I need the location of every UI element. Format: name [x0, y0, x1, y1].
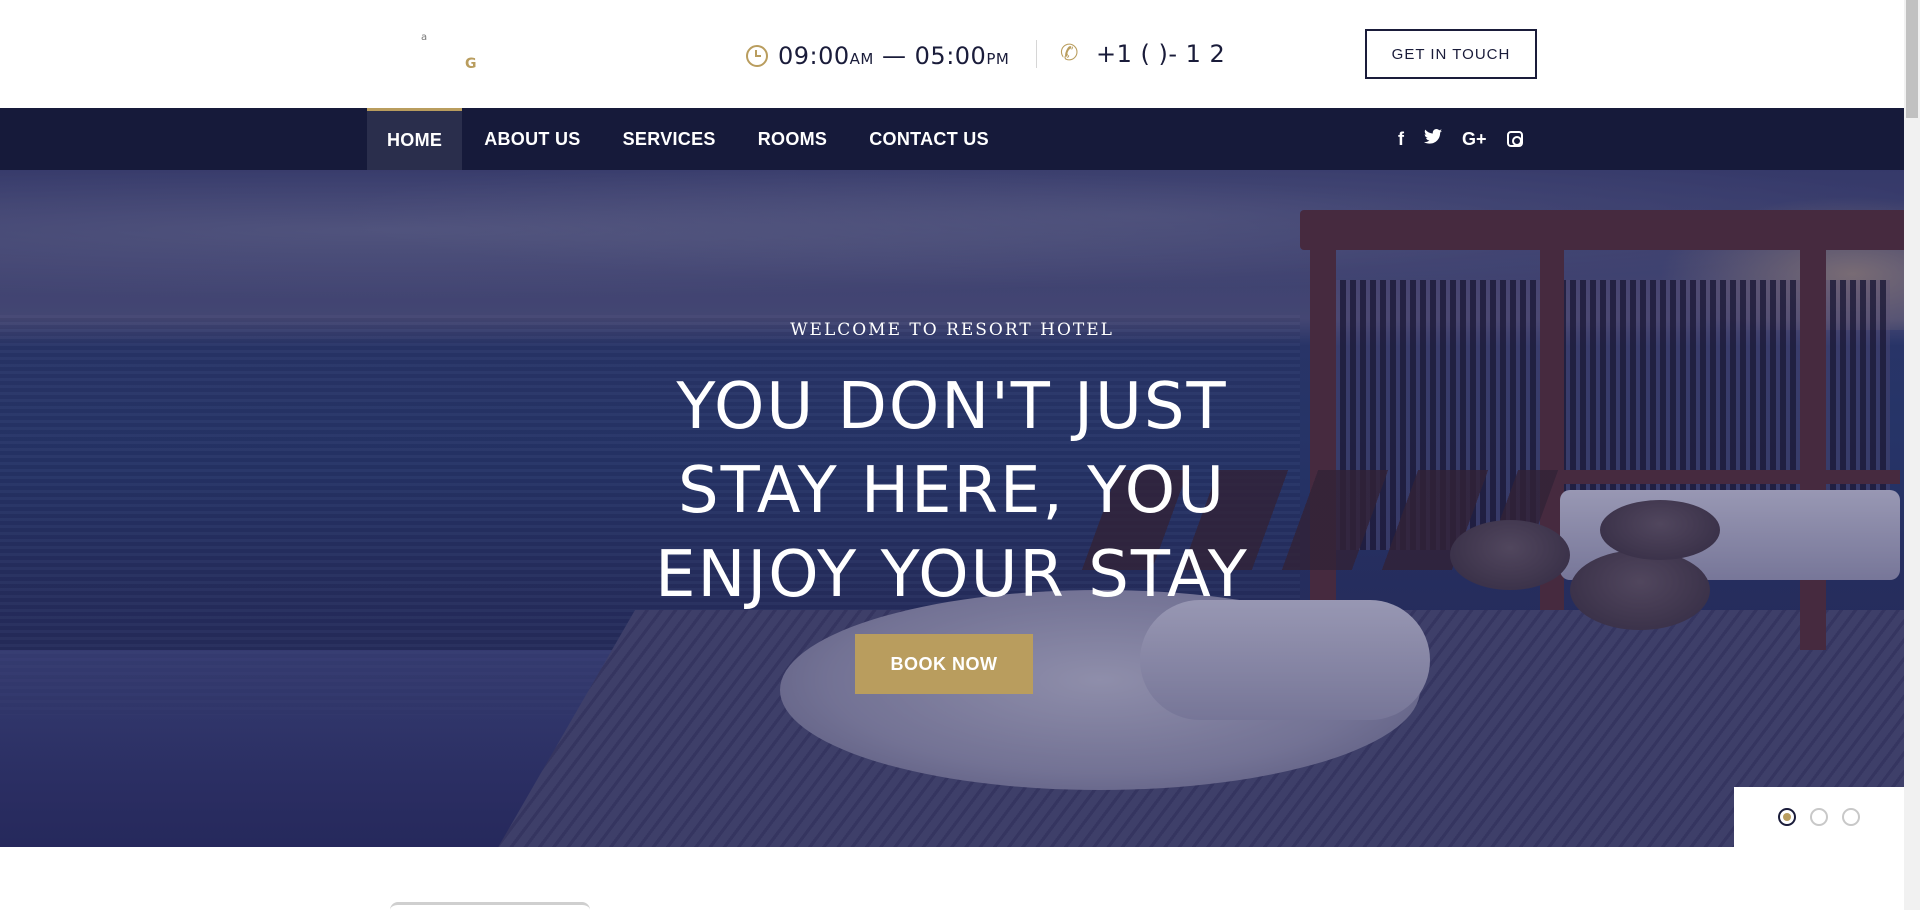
hero-headline-line: ENJOY YOUR STAY: [655, 538, 1249, 612]
open-suffix: AM: [849, 50, 874, 68]
phone-contact[interactable]: ✆ +1 ( )- 1 2: [1060, 40, 1225, 68]
twitter-icon[interactable]: [1424, 129, 1442, 149]
site-logo[interactable]: a G: [367, 24, 567, 84]
logo-mark-top: a: [421, 32, 428, 43]
below-fold-section: [0, 847, 1904, 910]
slider-dot-3[interactable]: [1842, 808, 1860, 826]
page-scrollbar[interactable]: [1904, 0, 1920, 910]
hero-headline-line: YOU DON'T JUST: [676, 370, 1228, 444]
nav-item-about-us[interactable]: ABOUT US: [464, 108, 600, 170]
clock-icon: [746, 45, 768, 67]
logo-mark-bottom: G: [465, 56, 477, 72]
book-now-button[interactable]: BOOK NOW: [855, 634, 1033, 694]
hero-headline-line: STAY HERE, YOU: [678, 454, 1226, 528]
slider-dot-2[interactable]: [1810, 808, 1828, 826]
nav-item-home[interactable]: HOME: [367, 108, 463, 170]
phone-icon: ✆: [1060, 41, 1079, 66]
nav-item-rooms[interactable]: ROOMS: [738, 108, 848, 170]
hero-slider: WELCOME TO RESORT HOTEL YOU DON'T JUST S…: [0, 170, 1904, 847]
main-navbar: HOME ABOUT US SERVICES ROOMS CONTACT US …: [0, 108, 1904, 170]
instagram-icon[interactable]: [1506, 131, 1523, 147]
slider-pagination: [1734, 787, 1904, 847]
hero-welcome-text: WELCOME TO RESORT HOTEL: [790, 320, 1114, 340]
hours-separator: —: [882, 42, 907, 70]
phone-number: +1 ( )- 1 2: [1096, 40, 1226, 68]
top-header: a G 09:00AM — 05:00PM ✆ +1 ( )- 1 2 GET …: [0, 0, 1904, 108]
page: a G 09:00AM — 05:00PM ✆ +1 ( )- 1 2 GET …: [0, 0, 1904, 910]
scrollbar-thumb[interactable]: [1906, 0, 1918, 118]
slider-dot-1[interactable]: [1778, 808, 1796, 826]
close-time: 05:00: [914, 42, 987, 70]
nav-item-services[interactable]: SERVICES: [603, 108, 736, 170]
nav-item-contact-us[interactable]: CONTACT US: [849, 108, 1009, 170]
section-heading-partial: [390, 902, 590, 910]
get-in-touch-button[interactable]: GET IN TOUCH: [1365, 29, 1537, 79]
hero-headline: YOU DON'T JUST STAY HERE, YOU ENJOY YOUR…: [0, 365, 1904, 617]
opening-hours: 09:00AM — 05:00PM: [746, 40, 1009, 72]
opening-hours-text: 09:00AM — 05:00PM: [778, 42, 1009, 70]
main-menu: HOME ABOUT US SERVICES ROOMS CONTACT US: [367, 108, 1011, 170]
social-links: f G+: [1398, 108, 1523, 170]
close-suffix: PM: [986, 50, 1010, 68]
header-divider: [1036, 40, 1037, 68]
facebook-icon[interactable]: f: [1398, 130, 1404, 148]
google-plus-icon[interactable]: G+: [1462, 130, 1487, 148]
open-time: 09:00: [778, 42, 850, 70]
